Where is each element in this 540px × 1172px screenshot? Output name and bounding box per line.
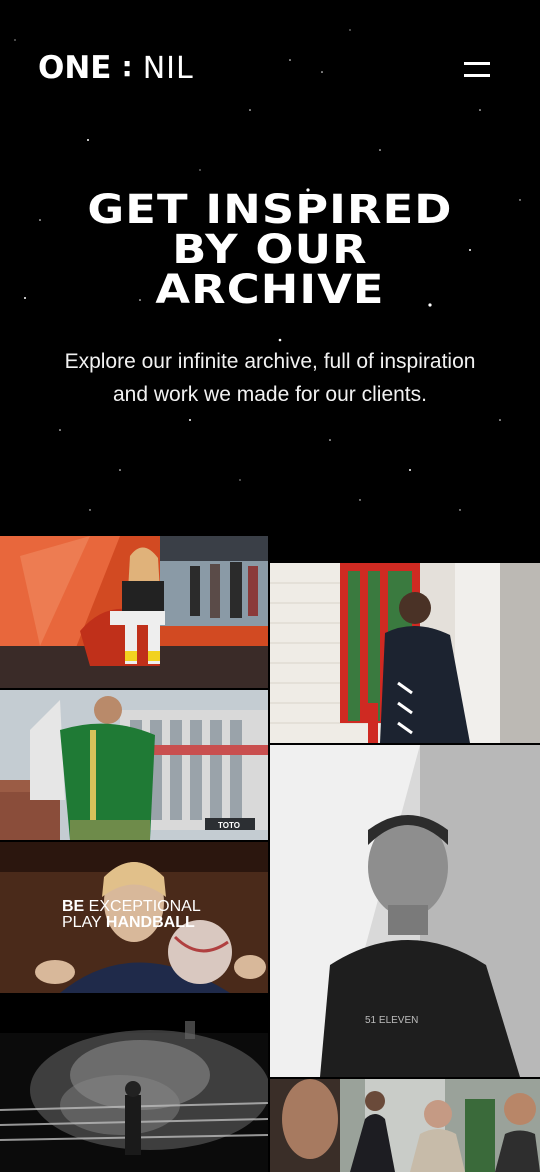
hero-subtitle-line-2: and work we made for our clients. [113,383,427,406]
hero-subtitle: Explore our infinite archive, full of in… [30,345,510,411]
logo-nil-text: NIL [142,50,194,86]
hero-title-line-2: BY OUR [172,227,368,273]
archive-tile-ajax-jacket[interactable] [270,563,540,743]
stadium-sign-text: TOTO [218,821,240,830]
archive-tile-outdoor-group[interactable] [270,1079,540,1172]
archive-tile-handball[interactable]: BE EXCEPTIONAL PLAY HANDBALL [0,842,268,993]
site-header: ONE : NIL [0,0,540,130]
handball-overlay-text: BE EXCEPTIONAL PLAY HANDBALL [62,899,201,931]
site-logo[interactable]: ONE : NIL [38,49,194,87]
archive-tile-stadium-green-jacket[interactable]: TOTO [0,690,268,840]
logo-one-text: ONE [38,50,112,86]
menu-bar-bottom [464,73,490,77]
hero-subtitle-line-1: Explore our infinite archive, full of in… [64,350,476,373]
hero-section: GET INSPIRED BY OUR ARCHIVE [0,190,540,310]
boxing-ring-image [0,995,268,1172]
handball-line1-rest: EXCEPTIONAL [84,898,201,915]
gaming-chair-image [0,536,268,688]
hamburger-menu-icon[interactable] [460,56,494,82]
svg-text:51 ELEVEN: 51 ELEVEN [365,1015,418,1026]
handball-line1-bold: BE [62,898,85,915]
archive-tile-gaming-chair[interactable] [0,536,268,688]
hero-title-line-3: ARCHIVE [155,267,385,313]
archive-tile-boxing-ring[interactable] [0,995,268,1172]
outdoor-group-image [270,1079,540,1172]
hero-title: GET INSPIRED BY OUR ARCHIVE [0,190,540,310]
stadium-image: TOTO [0,690,268,840]
archive-tile-portrait-hoodie[interactable]: 51 ELEVEN [270,745,540,1077]
ajax-jacket-image [270,563,540,743]
handball-line2-bold: HANDBALL [105,914,195,931]
logo-colon: : [121,49,133,83]
portrait-hoodie-image: 51 ELEVEN [270,745,540,1077]
hero-title-line-1: GET INSPIRED [87,187,453,233]
handball-line2-rest: PLAY [62,914,106,931]
menu-bar-top [464,61,490,65]
